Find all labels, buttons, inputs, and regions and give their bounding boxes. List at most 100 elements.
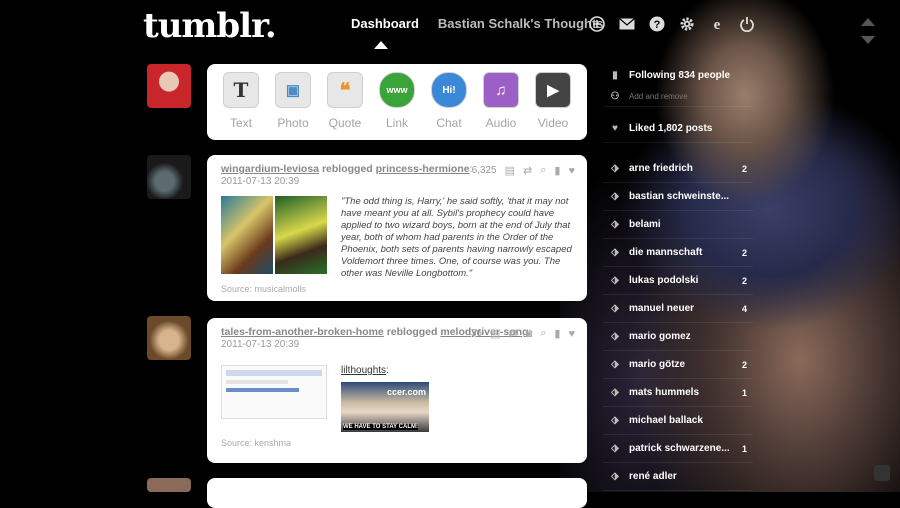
sidebar: ▮ Following 834 people ⚇ Add and remove … <box>603 64 753 491</box>
link-icon: www <box>379 72 415 108</box>
sidebar-following[interactable]: ▮ Following 834 people <box>603 64 753 86</box>
customize-corner-button[interactable] <box>874 465 890 481</box>
post-source[interactable]: Source: kenshma <box>221 438 575 448</box>
camera-icon[interactable]: ◙ <box>526 328 533 340</box>
mail-icon[interactable] <box>618 15 636 33</box>
heart-icon[interactable]: ♥ <box>568 328 575 340</box>
sidebar-add-remove[interactable]: ⚇ Add and remove <box>603 86 753 107</box>
tag-item[interactable]: ⬗ bastian schweinste... <box>603 183 753 211</box>
post-image-screenshot[interactable] <box>221 365 327 419</box>
tag-count: 1 <box>741 443 747 454</box>
tag-icon: ⬗ <box>611 471 619 482</box>
tag-item[interactable]: ⬗ manuel neuer 4 <box>603 295 753 323</box>
tag-icon: ⬗ <box>611 191 619 202</box>
post-author-link[interactable]: wingardium-leviosa <box>221 163 319 175</box>
tag-name: die mannschaft <box>629 247 703 258</box>
tag-item[interactable]: ⬗ patrick schwarzene... 1 <box>603 435 753 463</box>
tag-count: 4 <box>741 303 747 314</box>
tag-count: 2 <box>741 163 747 174</box>
photo-icon: ▣ <box>275 72 311 108</box>
tag-item[interactable]: ⬗ mario gomez <box>603 323 753 351</box>
compose-video-button[interactable]: ▶ Video <box>527 72 579 130</box>
tag-item[interactable]: ⬗ mario götze 2 <box>603 351 753 379</box>
add-user-icon: ⚇ <box>610 90 620 102</box>
post-card: tales-from-another-broken-home reblogged… <box>207 318 587 463</box>
compose-quote-button[interactable]: ❝ Quote <box>319 72 371 130</box>
bookmark-icon[interactable]: ▮ <box>554 164 560 177</box>
tag-name: patrick schwarzene... <box>629 443 730 454</box>
power-icon[interactable] <box>738 15 756 33</box>
compose-photo-button[interactable]: ▣ Photo <box>267 72 319 130</box>
post-verb: reblogged <box>321 163 373 175</box>
tag-name: mats hummels <box>629 387 700 398</box>
compose-label: Chat <box>436 116 462 130</box>
tag-item[interactable]: ⬗ michael ballack <box>603 407 753 435</box>
compose-audio-button[interactable]: ♫ Audio <box>475 72 527 130</box>
compose-link-button[interactable]: www Link <box>371 72 423 130</box>
gif-caption: WE HAVE TO STAY CALM! <box>343 424 419 430</box>
search-icon[interactable]: ⌕ <box>540 327 546 340</box>
tag-item[interactable]: ⬗ rené adler <box>603 463 753 491</box>
own-avatar[interactable] <box>147 64 191 108</box>
scroll-down-icon[interactable] <box>861 36 875 44</box>
post-date[interactable]: 2011-07-13 20:39 <box>221 176 575 188</box>
tag-item[interactable]: ⬗ lukas podolski 2 <box>603 267 753 295</box>
plus-icon[interactable] <box>588 15 606 33</box>
post-source[interactable]: Source: musicalmolls <box>221 284 575 294</box>
notes-icon: ▤ <box>504 165 516 177</box>
tag-icon: ⬗ <box>611 163 619 174</box>
nav-blog-link[interactable]: Bastian Schalk's Thoughts <box>438 16 604 31</box>
compose-text-button[interactable]: T Text <box>215 72 267 130</box>
post-avatar[interactable] <box>147 155 191 199</box>
post-gif[interactable]: ccer.com WE HAVE TO STAY CALM! <box>341 382 429 432</box>
heart-icon[interactable]: ♥ <box>568 165 575 177</box>
post-image[interactable] <box>221 196 327 274</box>
compose-label: Video <box>537 116 569 130</box>
tag-name: mario gomez <box>629 331 691 342</box>
caption-user-link[interactable]: lilthoughts <box>341 365 386 376</box>
tag-item[interactable]: ⬗ belami <box>603 211 753 239</box>
scroll-up-icon[interactable] <box>861 18 875 26</box>
post-caption-block: lilthoughts: ccer.com WE HAVE TO STAY CA… <box>341 365 429 432</box>
tag-name: rené adler <box>629 471 677 482</box>
bookmark-icon[interactable]: ▮ <box>554 327 560 340</box>
reblog-icon[interactable]: ⇄ <box>508 327 517 340</box>
tag-item[interactable]: ⬗ arne friedrich 2 <box>603 155 753 183</box>
tag-icon: ⬗ <box>611 387 619 398</box>
compose-label: Text <box>229 116 252 130</box>
tag-name: michael ballack <box>629 415 703 426</box>
tumblr-logo[interactable]: tumblr. <box>143 6 277 46</box>
search-icon[interactable]: ⌕ <box>540 164 546 177</box>
tag-item[interactable]: ⬗ die mannschaft 2 <box>603 239 753 267</box>
post-author-link[interactable]: tales-from-another-broken-home <box>221 326 384 338</box>
compose-chat-button[interactable]: Hi! Chat <box>423 72 475 130</box>
help-icon[interactable]: ? <box>648 15 666 33</box>
gear-icon[interactable] <box>678 15 696 33</box>
text-icon: T <box>223 72 259 108</box>
add-remove-label: Add and remove <box>629 91 688 101</box>
post-avatar[interactable] <box>147 478 191 492</box>
top-nav: Dashboard Bastian Schalk's Thoughts <box>351 16 604 31</box>
liked-label: Liked 1,802 posts <box>629 123 713 134</box>
svg-text:?: ? <box>654 19 661 31</box>
post-source-user-link[interactable]: princess-hermione <box>376 163 470 175</box>
reblog-icon[interactable]: ⇄ <box>523 164 532 177</box>
chat-icon: Hi! <box>431 72 467 108</box>
sidebar-liked[interactable]: ♥ Liked 1,802 posts <box>603 115 753 143</box>
video-icon: ▶ <box>535 72 571 108</box>
tag-item[interactable]: ⬗ mats hummels 1 <box>603 379 753 407</box>
notes-count[interactable]: 36 <box>471 328 482 339</box>
tag-name: bastian schweinste... <box>629 191 730 202</box>
tag-count: 1 <box>741 387 747 398</box>
notes-count[interactable]: 6,325 <box>472 165 497 176</box>
post-avatar[interactable] <box>147 316 191 360</box>
post-date[interactable]: 2011-07-13 20:39 <box>221 339 575 351</box>
user-icon[interactable]: e <box>708 15 726 33</box>
post-quote: "The odd thing is, Harry,' he said softl… <box>341 196 572 279</box>
tag-icon: ⬗ <box>611 331 619 342</box>
compose-label: Quote <box>328 116 362 130</box>
nav-dashboard[interactable]: Dashboard <box>351 16 419 31</box>
tag-name: mario götze <box>629 359 686 370</box>
following-icon: ▮ <box>612 69 618 81</box>
caption-tail: : <box>386 365 389 376</box>
